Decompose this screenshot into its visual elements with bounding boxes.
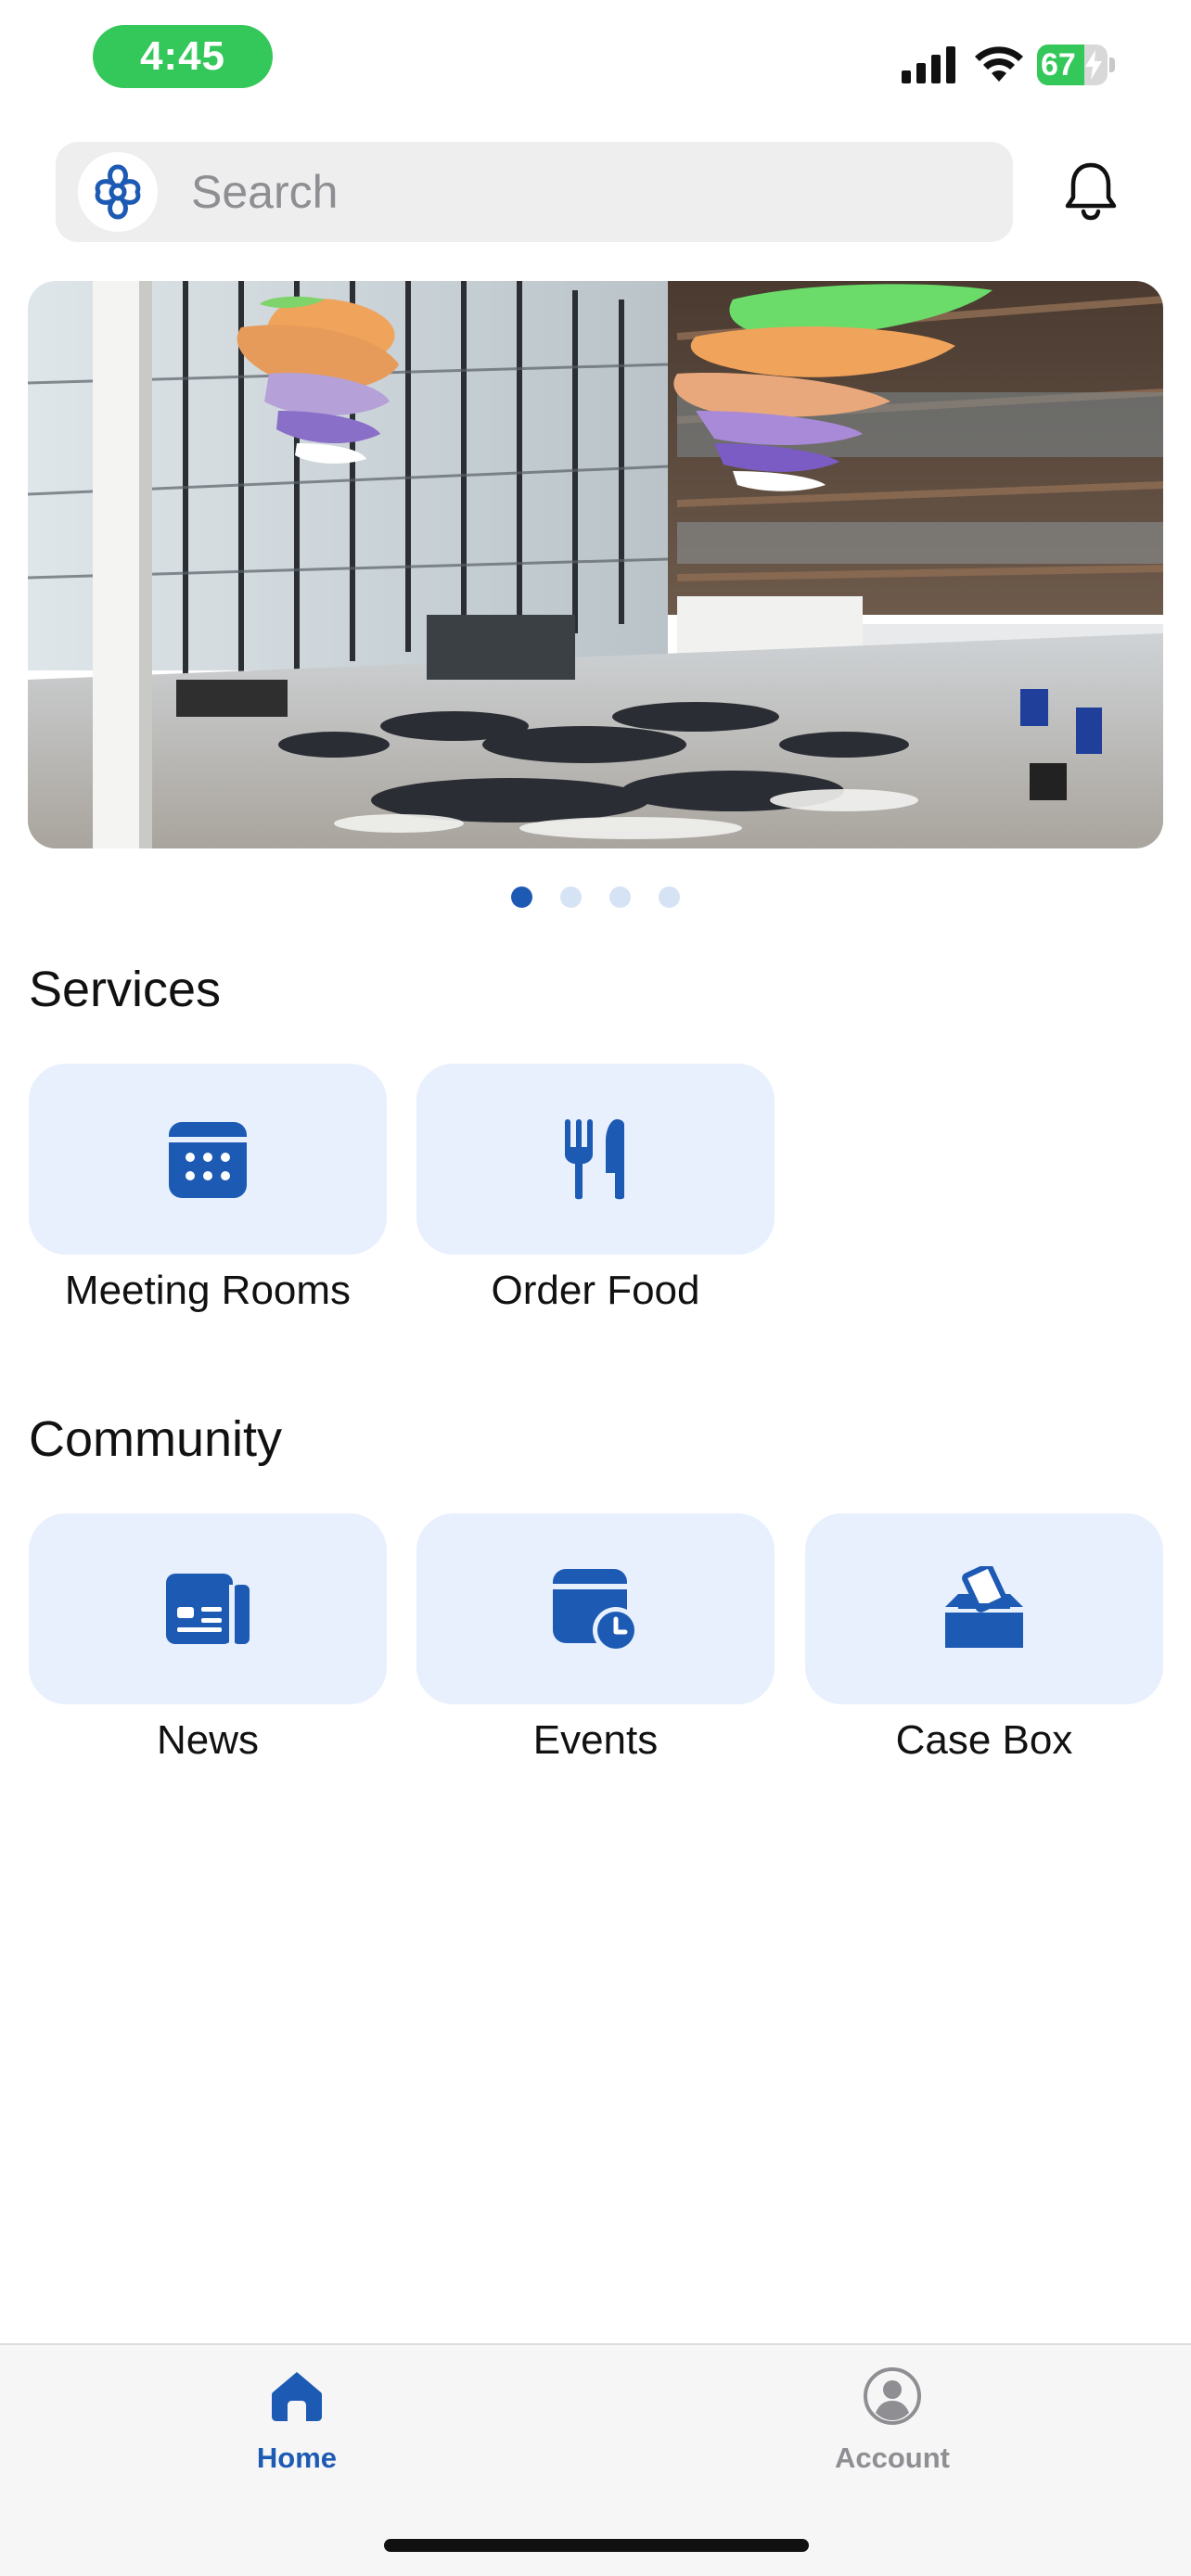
carousel-dot[interactable] xyxy=(511,886,532,908)
battery-percent: 67 xyxy=(1041,47,1076,83)
bell-icon[interactable] xyxy=(1057,158,1124,224)
fork-knife-icon xyxy=(565,1119,624,1200)
newspaper-icon xyxy=(166,1574,250,1644)
events-label: Events xyxy=(532,1717,659,1763)
carousel-dot[interactable] xyxy=(560,886,582,908)
meeting-rooms-label: Meeting Rooms xyxy=(64,1268,352,1313)
carousel-page-indicator[interactable] xyxy=(0,886,1191,909)
tab-account[interactable]: Account xyxy=(772,2364,1013,2493)
search-bar[interactable] xyxy=(56,142,1013,242)
community-title: Community xyxy=(29,1411,283,1467)
home-icon xyxy=(264,2364,329,2429)
app-logo-icon[interactable] xyxy=(78,152,158,232)
carousel-image[interactable] xyxy=(28,281,1163,848)
tab-home-label: Home xyxy=(256,2442,338,2474)
order-food-button[interactable] xyxy=(416,1064,775,1255)
carousel-dot[interactable] xyxy=(609,886,631,908)
news-label: News xyxy=(156,1717,260,1763)
home-indicator xyxy=(384,2539,809,2552)
case-box-button[interactable] xyxy=(805,1513,1163,1704)
calendar-icon xyxy=(169,1122,247,1198)
news-button[interactable] xyxy=(29,1513,387,1704)
battery-cap xyxy=(1109,57,1115,72)
status-time: 4:45 xyxy=(93,25,273,88)
events-button[interactable] xyxy=(416,1513,775,1704)
charging-bolt-icon xyxy=(1085,50,1102,80)
signal-icon xyxy=(902,46,955,83)
wifi-icon xyxy=(975,46,1023,82)
conference-hall-photo xyxy=(28,281,1163,848)
status-bar: 4:45 67 xyxy=(0,0,1191,121)
services-title: Services xyxy=(29,962,222,1017)
account-icon xyxy=(860,2364,925,2429)
battery-icon: 67 xyxy=(1037,45,1115,85)
battery-body: 67 xyxy=(1037,45,1108,85)
tab-account-label: Account xyxy=(835,2442,950,2474)
search-input[interactable] xyxy=(191,142,989,242)
carousel-dot[interactable] xyxy=(659,886,680,908)
tab-home[interactable]: Home xyxy=(176,2364,417,2493)
calendar-clock-icon xyxy=(553,1569,639,1652)
ballot-box-icon xyxy=(945,1566,1023,1648)
meeting-rooms-button[interactable] xyxy=(29,1064,387,1255)
order-food-label: Order Food xyxy=(491,1268,700,1313)
case-box-label: Case Box xyxy=(895,1717,1073,1763)
